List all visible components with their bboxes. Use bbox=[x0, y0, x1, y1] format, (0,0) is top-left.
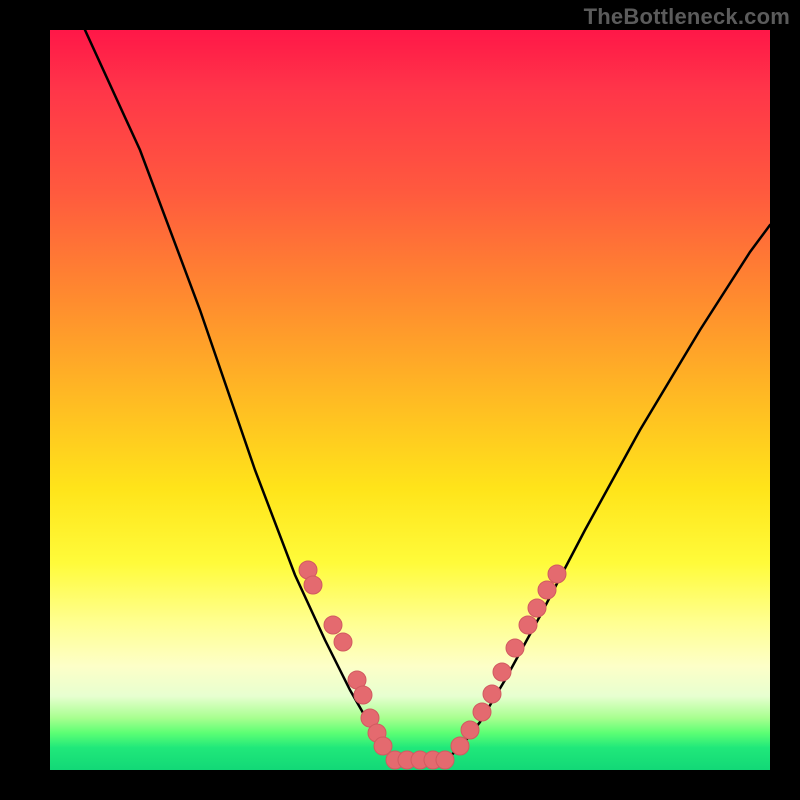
curve-marker bbox=[451, 737, 469, 755]
curve-marker bbox=[473, 703, 491, 721]
curve-marker bbox=[538, 581, 556, 599]
curve-markers bbox=[299, 561, 566, 769]
curve-marker bbox=[519, 616, 537, 634]
curve-group bbox=[85, 30, 770, 760]
curve-marker bbox=[374, 737, 392, 755]
plot-area bbox=[50, 30, 770, 770]
watermark-text: TheBottleneck.com bbox=[584, 4, 790, 30]
curve-marker bbox=[548, 565, 566, 583]
curve-marker bbox=[334, 633, 352, 651]
curve-marker bbox=[436, 751, 454, 769]
chart-frame: TheBottleneck.com bbox=[0, 0, 800, 800]
curve-marker bbox=[483, 685, 501, 703]
bottleneck-curve bbox=[85, 30, 770, 760]
curve-marker bbox=[461, 721, 479, 739]
curve-marker bbox=[506, 639, 524, 657]
curve-marker bbox=[304, 576, 322, 594]
curve-marker bbox=[528, 599, 546, 617]
curve-marker bbox=[493, 663, 511, 681]
bottleneck-curve-svg bbox=[50, 30, 770, 770]
curve-marker bbox=[354, 686, 372, 704]
curve-marker bbox=[324, 616, 342, 634]
